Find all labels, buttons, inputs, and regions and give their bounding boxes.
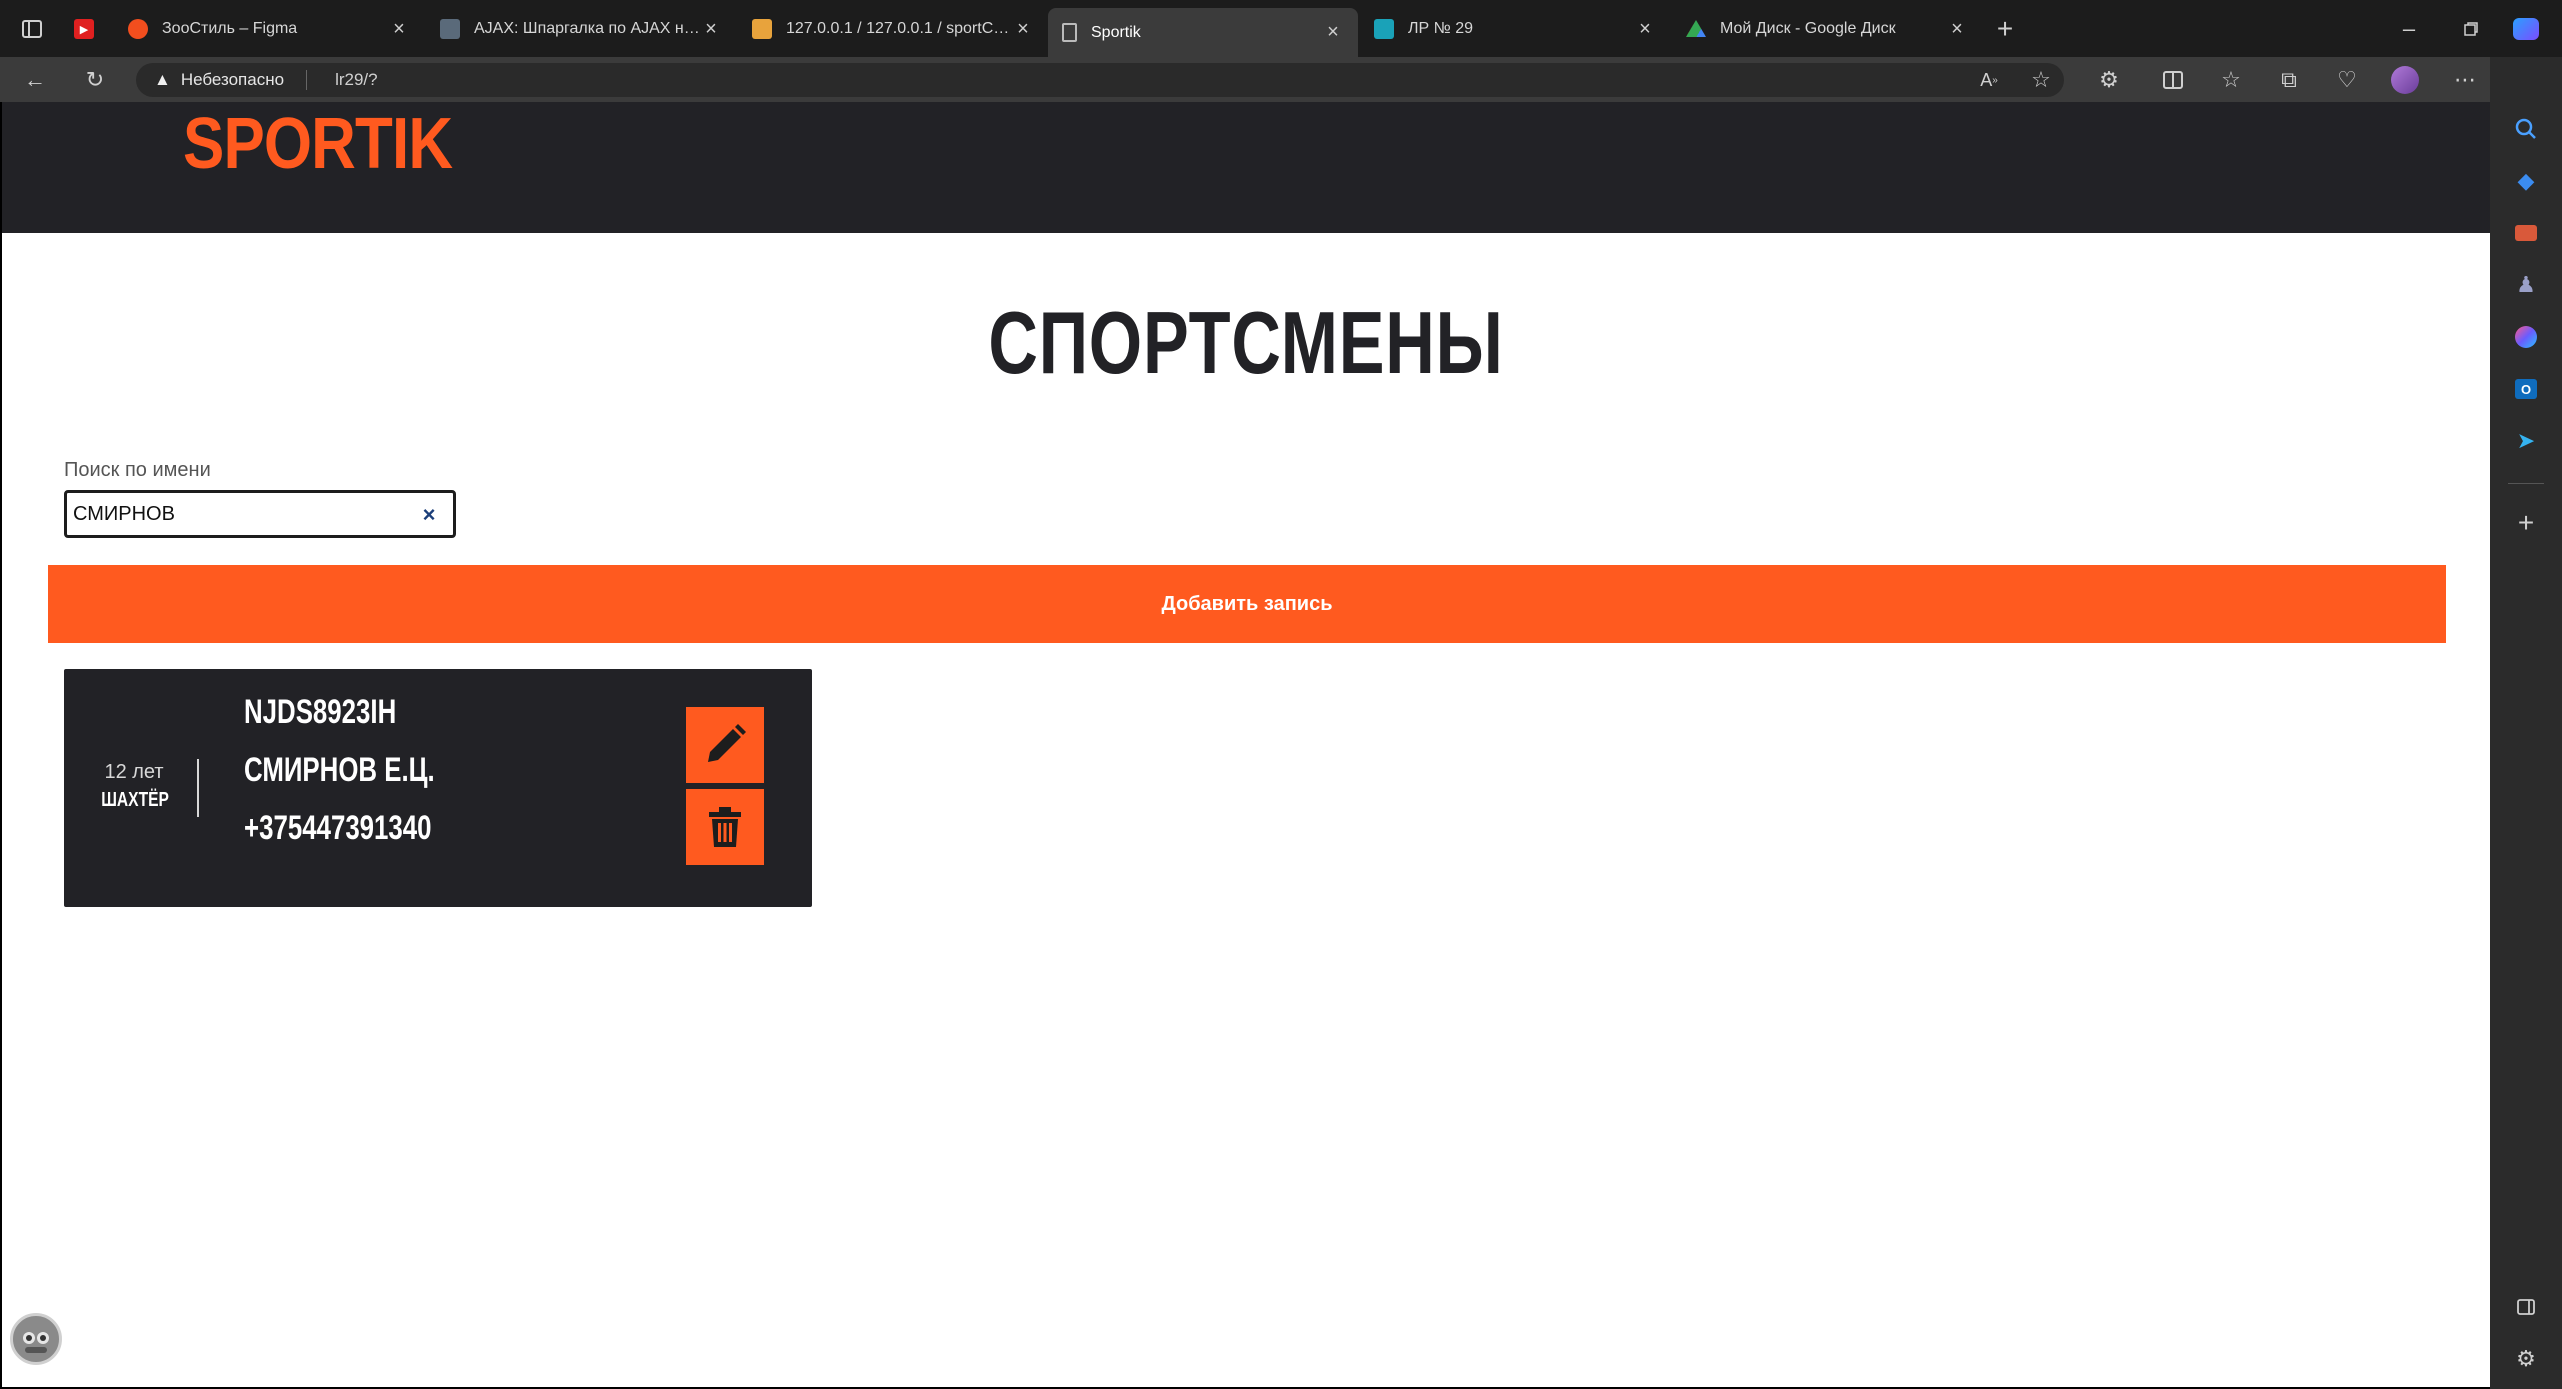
tab-google-drive[interactable]: Мой Диск - Google Диск ×: [1672, 8, 1982, 50]
floating-helper-avatar[interactable]: [10, 1313, 62, 1365]
close-icon[interactable]: ×: [1946, 18, 1968, 41]
site-icon: [440, 19, 460, 39]
browser-tab-bar: ▶ ЗооСтиль – Figma × AJAX: Шпаргалка по …: [0, 0, 2562, 57]
browser-sidebar: ◆ ♟ O ➤ + ⚙: [2490, 18, 2562, 1389]
url-field[interactable]: ▲ Небезопасно lr29/?: [136, 63, 2064, 97]
microsoft-365-icon[interactable]: [2512, 323, 2540, 351]
read-aloud-icon[interactable]: A»: [1972, 63, 2006, 97]
tab-actions-icon[interactable]: [18, 16, 46, 42]
security-label: Небезопасно: [180, 70, 285, 89]
tools-briefcase-icon[interactable]: [2512, 219, 2540, 247]
tab-title: Sportik: [1091, 23, 1141, 41]
search-input[interactable]: [73, 499, 403, 529]
close-icon[interactable]: ×: [1012, 18, 1034, 41]
outlook-icon[interactable]: O: [2512, 375, 2540, 403]
delete-button[interactable]: [686, 789, 764, 865]
tab-title: 127.0.0.1 / 127.0.0.1 / sportClub: [786, 20, 1012, 37]
sidebar-divider: [2508, 483, 2544, 484]
new-tab-icon[interactable]: +: [1990, 13, 2020, 44]
url-separator: [306, 70, 308, 90]
pencil-icon: [708, 724, 746, 762]
athlete-name: СМИРНОВ Е.Ц.: [244, 751, 435, 789]
card-divider: [197, 759, 199, 817]
restore-icon[interactable]: [2456, 14, 2486, 44]
phpmyadmin-icon: [752, 19, 772, 39]
tab-sportik[interactable]: Sportik ×: [1048, 8, 1358, 57]
close-icon[interactable]: ×: [1634, 18, 1656, 41]
trash-icon: [709, 807, 741, 847]
tab-title: ЛР № 29: [1408, 20, 1474, 37]
settings-gear-icon[interactable]: ⚙: [2512, 1345, 2540, 1373]
collections-icon[interactable]: ⧉: [2272, 63, 2306, 97]
hide-sidebar-icon[interactable]: [2512, 1293, 2540, 1321]
athlete-club: ШАХТЁР: [101, 789, 169, 811]
edit-button[interactable]: [686, 707, 764, 783]
address-bar-row: ← ↻ ▲ Небезопасно lr29/? A» ☆ ⚙ ☆ ⧉ ♡ ⋯: [0, 57, 2490, 102]
classroom-icon: [1374, 19, 1394, 39]
close-icon[interactable]: ×: [388, 18, 410, 41]
tab-title: Мой Диск - Google Диск: [1720, 20, 1896, 37]
athlete-id: NJDS8923IH: [244, 693, 397, 731]
page-icon: [1062, 23, 1077, 42]
more-menu-icon[interactable]: ⋯: [2448, 63, 2482, 97]
site-logo[interactable]: SPORTIK: [183, 103, 453, 185]
tab-title: AJAX: Шпаргалка по AJAX на jQ: [474, 20, 700, 37]
page-title: СПОРТСМЕНЫ: [988, 293, 1504, 392]
search-field[interactable]: ×: [64, 490, 456, 538]
search-label: Поиск по имени: [64, 459, 211, 481]
athlete-phone: +375447391340: [244, 809, 432, 847]
figma-icon: [128, 19, 148, 39]
tab-title: ЗооСтиль – Figma: [162, 20, 298, 37]
tab-ajax[interactable]: AJAX: Шпаргалка по AJAX на jQ ×: [426, 8, 736, 50]
url-text: lr29/?: [335, 70, 378, 89]
search-icon[interactable]: [2512, 115, 2540, 143]
tab-lr29[interactable]: ЛР № 29 ×: [1360, 8, 1670, 50]
athlete-age: 12 лет: [104, 761, 164, 783]
clear-search-icon[interactable]: ×: [415, 501, 443, 529]
copilot-icon[interactable]: [2512, 15, 2540, 43]
browser-essentials-icon[interactable]: ♡: [2330, 63, 2364, 97]
athlete-card: 12 лет ШАХТЁР NJDS8923IH СМИРНОВ Е.Ц. +3…: [64, 669, 812, 907]
back-icon[interactable]: ←: [18, 63, 52, 97]
extensions-icon[interactable]: ⚙: [2092, 63, 2126, 97]
web-page: SPORTIK СПОРТСМЕНЫ Поиск по имени × Доба…: [2, 102, 2490, 1387]
games-icon[interactable]: ♟: [2512, 271, 2540, 299]
close-icon[interactable]: ×: [1322, 21, 1344, 44]
warning-icon: ▲: [154, 70, 171, 89]
split-screen-icon[interactable]: [2156, 63, 2190, 97]
refresh-icon[interactable]: ↻: [78, 63, 112, 97]
shopping-tag-icon[interactable]: ◆: [2512, 167, 2540, 195]
favorite-star-icon[interactable]: ☆: [2024, 63, 2058, 97]
tab-figma[interactable]: ЗооСтиль – Figma ×: [114, 8, 424, 50]
add-sidebar-app-icon[interactable]: +: [2512, 507, 2540, 538]
add-record-button[interactable]: Добавить запись: [48, 565, 2446, 643]
profile-avatar[interactable]: [2388, 63, 2422, 97]
drop-icon[interactable]: ➤: [2512, 427, 2540, 455]
close-icon[interactable]: ×: [700, 18, 722, 41]
tab-phpmyadmin[interactable]: 127.0.0.1 / 127.0.0.1 / sportClub ×: [738, 8, 1048, 50]
google-drive-icon: [1686, 20, 1706, 37]
site-header: SPORTIK: [2, 102, 2490, 233]
minimize-icon[interactable]: –: [2394, 14, 2424, 44]
tab-youtube[interactable]: ▶: [60, 8, 112, 50]
youtube-icon: ▶: [74, 19, 94, 39]
favorites-icon[interactable]: ☆: [2214, 63, 2248, 97]
